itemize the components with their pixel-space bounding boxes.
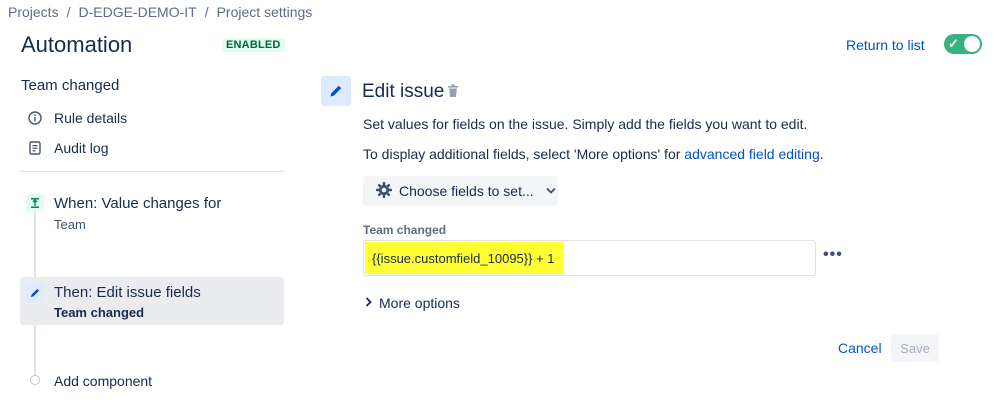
sidebar-item-audit-log[interactable]: Audit log: [28, 140, 108, 156]
check-icon: ✓: [948, 36, 959, 51]
team-changed-field[interactable]: {{issue.customfield_10095}} + 1: [363, 240, 816, 276]
sidebar-item-rule-details[interactable]: Rule details: [28, 110, 127, 126]
step-title: When: Value changes for: [54, 195, 222, 212]
toggle-knob: [964, 36, 980, 52]
gear-icon: [375, 181, 393, 202]
choose-fields-button[interactable]: Choose fields to set...: [363, 176, 558, 206]
save-button[interactable]: Save: [891, 334, 939, 362]
action-title: Edit issue: [362, 81, 445, 102]
cancel-button[interactable]: Cancel: [838, 340, 882, 356]
trigger-icon: [26, 194, 44, 212]
info-icon: [28, 111, 42, 125]
add-component-link[interactable]: Add component: [54, 373, 152, 389]
rule-name: Team changed: [21, 77, 120, 94]
sidebar-item-label: Rule details: [54, 110, 128, 126]
hint-text: To display additional fields, select 'Mo…: [363, 146, 685, 162]
step-subtitle: Team: [54, 217, 86, 232]
advanced-field-editing-link[interactable]: advanced field editing: [684, 146, 819, 162]
sidebar-item-label: Audit log: [54, 140, 109, 156]
more-actions-icon[interactable]: •••: [823, 246, 843, 264]
breadcrumb-project[interactable]: D-EDGE-DEMO-IT: [78, 4, 196, 20]
rule-enabled-toggle[interactable]: ✓: [944, 34, 982, 54]
breadcrumb-separator: /: [66, 4, 71, 20]
field-label: Team changed: [363, 223, 447, 237]
return-to-list-link[interactable]: Return to list: [846, 37, 925, 53]
action-description: Set values for fields on the issue. Simp…: [363, 116, 808, 132]
step-trigger[interactable]: When: Value changes for Team: [20, 190, 284, 240]
more-options-toggle[interactable]: More options: [365, 295, 460, 311]
page-title: Automation: [21, 32, 133, 57]
step-title: Then: Edit issue fields: [54, 284, 201, 301]
step-subtitle: Team changed: [54, 305, 145, 320]
more-options-label: More options: [379, 295, 460, 311]
step-action-selected[interactable]: Then: Edit issue fields Team changed: [20, 277, 284, 325]
pencil-icon: [26, 284, 44, 302]
trash-icon[interactable]: [447, 84, 459, 98]
add-component-dot-icon: [30, 375, 40, 385]
field-value: {{issue.customfield_10095}} + 1: [372, 251, 555, 266]
status-badge: ENABLED: [222, 38, 285, 52]
breadcrumb: Projects / D-EDGE-DEMO-IT / Project sett…: [8, 4, 312, 20]
breadcrumb-projects[interactable]: Projects: [8, 4, 59, 20]
breadcrumb-settings[interactable]: Project settings: [217, 4, 313, 20]
additional-fields-hint: To display additional fields, select 'Mo…: [363, 146, 824, 162]
chevron-right-icon: [365, 296, 372, 310]
breadcrumb-separator: /: [204, 4, 209, 20]
sidebar-divider: [20, 171, 284, 172]
choose-fields-label: Choose fields to set...: [399, 183, 534, 199]
chevron-down-icon: [546, 186, 556, 197]
hint-suffix: .: [819, 146, 824, 162]
document-icon: [28, 141, 42, 155]
pencil-icon: [321, 76, 351, 106]
